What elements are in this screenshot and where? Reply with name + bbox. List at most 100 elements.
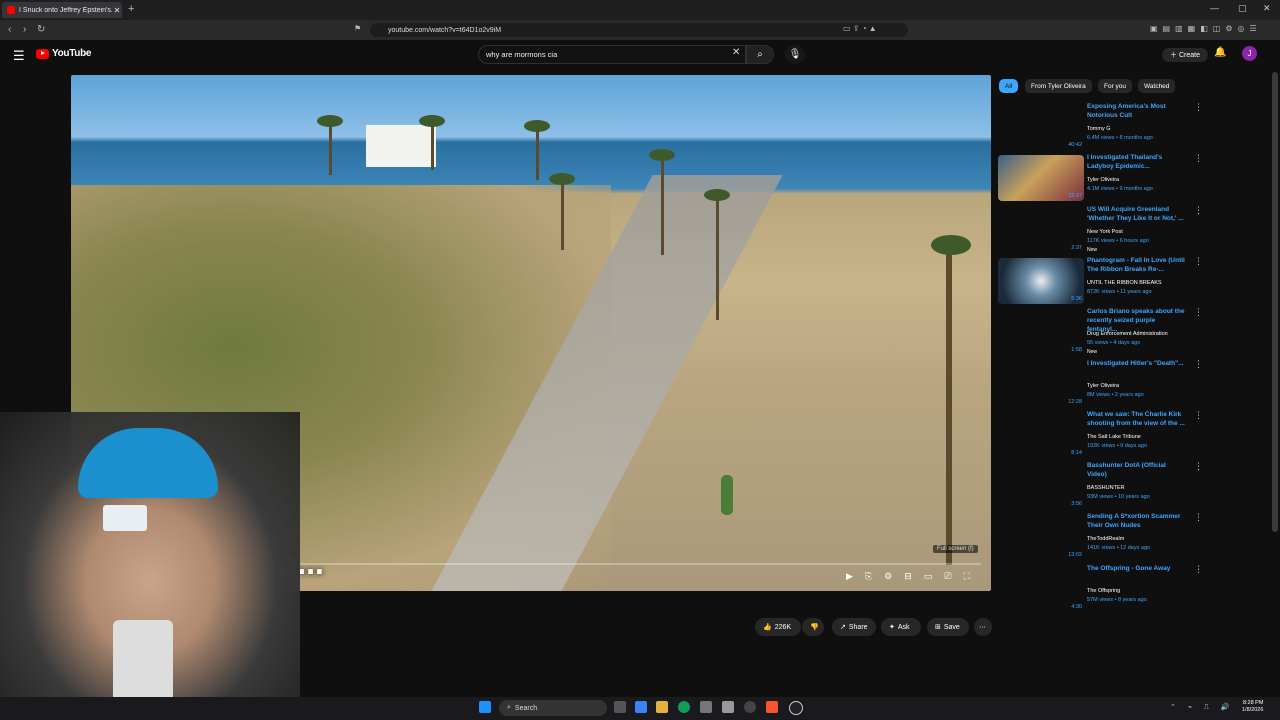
video-thumbnail[interactable]: 5:36 bbox=[998, 257, 1084, 304]
taskbar-clock[interactable]: 8:28 PM 1/8/2026 bbox=[1242, 700, 1263, 714]
task-view-icon[interactable] bbox=[614, 701, 626, 713]
recommendation-item[interactable]: 32:37 I Investigated Thailand's Ladyboy E… bbox=[998, 153, 1203, 203]
recommendation-title[interactable]: Phantogram - Fall In Love (Until The Rib… bbox=[1087, 256, 1187, 274]
chip-watched[interactable]: Watched bbox=[1138, 79, 1176, 93]
ask-button[interactable]: ✦ Ask bbox=[881, 618, 921, 636]
recommendation-channel[interactable]: New York Post bbox=[1087, 229, 1123, 235]
recommendation-title[interactable]: US Will Acquire Greenland 'Whether They … bbox=[1087, 205, 1187, 223]
forward-icon[interactable]: › bbox=[23, 24, 26, 35]
more-vert-icon[interactable]: ⋮ bbox=[1194, 153, 1203, 164]
recommendation-channel[interactable]: TheToddRealm bbox=[1087, 536, 1124, 542]
app-circle-icon[interactable] bbox=[789, 701, 803, 715]
recommendation-title[interactable]: The Offspring - Gone Away bbox=[1087, 564, 1187, 573]
recommendation-item[interactable]: 4:30 The Offspring - Gone Away The Offspri… bbox=[998, 564, 1203, 614]
subtitles-icon[interactable]: ⎘ bbox=[865, 571, 872, 582]
url-field[interactable]: youtube.com/watch?v=t64D1o2v9iM bbox=[370, 23, 908, 37]
copilot-icon[interactable] bbox=[635, 701, 647, 713]
search-input[interactable]: why are mormons cia bbox=[478, 45, 746, 64]
video-thumbnail[interactable]: 13:02 bbox=[998, 514, 1084, 561]
close-tab-icon[interactable]: ✕ bbox=[112, 6, 122, 15]
reload-icon[interactable]: ↻ bbox=[37, 24, 45, 35]
video-thumbnail[interactable]: 40:42 bbox=[998, 104, 1084, 150]
voice-search-button[interactable]: 🎙 bbox=[785, 45, 805, 64]
brave-browser-icon[interactable] bbox=[766, 701, 778, 713]
more-vert-icon[interactable]: ⋮ bbox=[1194, 410, 1203, 421]
hamburger-menu-icon[interactable]: ☰ bbox=[13, 48, 25, 64]
chip-all[interactable]: All bbox=[999, 79, 1019, 93]
start-menu-icon[interactable] bbox=[479, 701, 491, 713]
minimize-button[interactable]: — bbox=[1210, 3, 1219, 13]
recommendation-item[interactable]: 12:28 I Investigated Hitler's "Death"... T… bbox=[998, 359, 1203, 409]
recommendation-item[interactable]: 5:36 Phantogram - Fall In Love (Until The… bbox=[998, 256, 1203, 306]
create-button[interactable]: ＋ Create bbox=[1162, 48, 1208, 62]
taskbar-search[interactable]: ⌕ Search bbox=[499, 700, 607, 716]
store-icon[interactable] bbox=[700, 701, 712, 713]
system-tray-icons[interactable]: ⌃ ⌁ ⎍ 🔊 bbox=[1170, 703, 1235, 712]
recommendation-title[interactable]: Basshunter DotA (Official Video) bbox=[1087, 461, 1187, 479]
recommendation-channel[interactable]: Tommy G bbox=[1087, 126, 1111, 132]
recommendation-item[interactable]: 8:14 What we saw: The Charlie Kirk shooti… bbox=[998, 410, 1203, 460]
video-thumbnail[interactable]: 2:37 bbox=[998, 206, 1084, 253]
bookmark-icon[interactable]: ⚑ bbox=[354, 24, 361, 33]
search-button[interactable]: ⌕ bbox=[746, 45, 774, 64]
recommendation-channel[interactable]: The Offspring bbox=[1087, 588, 1120, 594]
video-thumbnail[interactable]: 3:56 bbox=[998, 463, 1084, 510]
chip-from-tyler-oliveira[interactable]: From Tyler Oliveira bbox=[1025, 79, 1092, 93]
edge-browser-icon[interactable] bbox=[678, 701, 690, 713]
more-actions-button[interactable]: ⋯ bbox=[974, 618, 992, 636]
more-vert-icon[interactable]: ⋮ bbox=[1194, 461, 1203, 472]
video-thumbnail[interactable]: 12:28 bbox=[998, 360, 1084, 407]
save-button[interactable]: ⊞ Save bbox=[927, 618, 969, 636]
recommendation-title[interactable]: Exposing America's Most Notorious Cult bbox=[1087, 102, 1187, 120]
more-vert-icon[interactable]: ⋮ bbox=[1194, 307, 1203, 318]
chip-for-you[interactable]: For you bbox=[1098, 79, 1133, 93]
settings-icon[interactable] bbox=[722, 701, 734, 713]
autoplay-icon[interactable]: ▶ bbox=[846, 571, 853, 582]
video-thumbnail[interactable]: 4:30 bbox=[998, 565, 1084, 612]
more-vert-icon[interactable]: ⋮ bbox=[1194, 359, 1203, 370]
recommendation-channel[interactable]: Tyler Oliveira bbox=[1087, 383, 1119, 389]
more-vert-icon[interactable]: ⋮ bbox=[1194, 256, 1203, 267]
like-button[interactable]: 👍 226K bbox=[755, 618, 801, 636]
settings-gear-icon[interactable]: ⚙ bbox=[884, 571, 892, 582]
notifications-bell-icon[interactable]: 🔔 bbox=[1214, 47, 1226, 58]
close-window-button[interactable]: ✕ bbox=[1263, 3, 1271, 14]
more-vert-icon[interactable]: ⋮ bbox=[1194, 512, 1203, 523]
clear-search-icon[interactable]: ✕ bbox=[732, 47, 740, 58]
more-vert-icon[interactable]: ⋮ bbox=[1194, 102, 1203, 113]
recommendation-item[interactable]: 1:58 Carlos Briano speaks about the recen… bbox=[998, 307, 1203, 357]
miniplayer-icon[interactable]: ⊟ bbox=[904, 571, 912, 582]
url-action-icons[interactable]: ▭ ⇪ ◔ ▲ bbox=[843, 24, 877, 33]
recommendation-title[interactable]: What we saw: The Charlie Kirk shooting f… bbox=[1087, 410, 1187, 428]
fullscreen-icon[interactable]: ⛶ bbox=[963, 571, 969, 582]
video-thumbnail[interactable]: 1:58 bbox=[998, 309, 1084, 356]
file-explorer-icon[interactable] bbox=[656, 701, 668, 713]
back-icon[interactable]: ‹ bbox=[8, 24, 11, 35]
video-thumbnail[interactable]: 8:14 bbox=[998, 411, 1084, 458]
more-vert-icon[interactable]: ⋮ bbox=[1194, 205, 1203, 216]
page-scrollbar[interactable] bbox=[1272, 72, 1278, 532]
video-thumbnail[interactable]: 32:37 bbox=[998, 155, 1084, 202]
recommendation-channel[interactable]: UNTIL THE RIBBON BREAKS bbox=[1087, 280, 1162, 286]
recommendation-title[interactable]: Carlos Briano speaks about the recently … bbox=[1087, 307, 1187, 334]
extension-icons[interactable]: ▣▤▥▦◧◫⚙◎☰ bbox=[1150, 24, 1262, 33]
recommendation-item[interactable]: 40:42 Exposing America's Most Notorious C… bbox=[998, 102, 1203, 152]
avatar[interactable]: J bbox=[1242, 46, 1257, 61]
theater-mode-icon[interactable]: ▭ bbox=[924, 571, 933, 582]
recommendation-channel[interactable]: BASSHUNTER bbox=[1087, 485, 1125, 491]
more-vert-icon[interactable]: ⋮ bbox=[1194, 564, 1203, 575]
obs-icon[interactable] bbox=[744, 701, 756, 713]
youtube-logo[interactable]: YouTube bbox=[36, 48, 92, 59]
share-button[interactable]: ↗ Share bbox=[832, 618, 876, 636]
recommendation-title[interactable]: Sending A S*xortion Scammer Their Own Nu… bbox=[1087, 512, 1187, 530]
browser-tab[interactable]: I Snuck onto Jeffrey Epstein's... ✕ bbox=[2, 2, 122, 18]
dislike-button[interactable]: 👎 bbox=[802, 618, 824, 636]
maximize-button[interactable]: ▢ bbox=[1238, 3, 1247, 14]
recommendation-channel[interactable]: Tyler Oliveira bbox=[1087, 177, 1119, 183]
recommendation-item[interactable]: 3:56 Basshunter DotA (Official Video) BASS… bbox=[998, 461, 1203, 511]
new-tab-button[interactable]: + bbox=[128, 3, 134, 15]
recommendation-channel[interactable]: Drug Enforcement Administration bbox=[1087, 331, 1168, 337]
recommendation-title[interactable]: I Investigated Thailand's Ladyboy Epidem… bbox=[1087, 153, 1187, 171]
recommendation-item[interactable]: 13:02 Sending A S*xortion Scammer Their O… bbox=[998, 512, 1203, 562]
recommendation-channel[interactable]: The Salt Lake Tribune bbox=[1087, 434, 1141, 440]
